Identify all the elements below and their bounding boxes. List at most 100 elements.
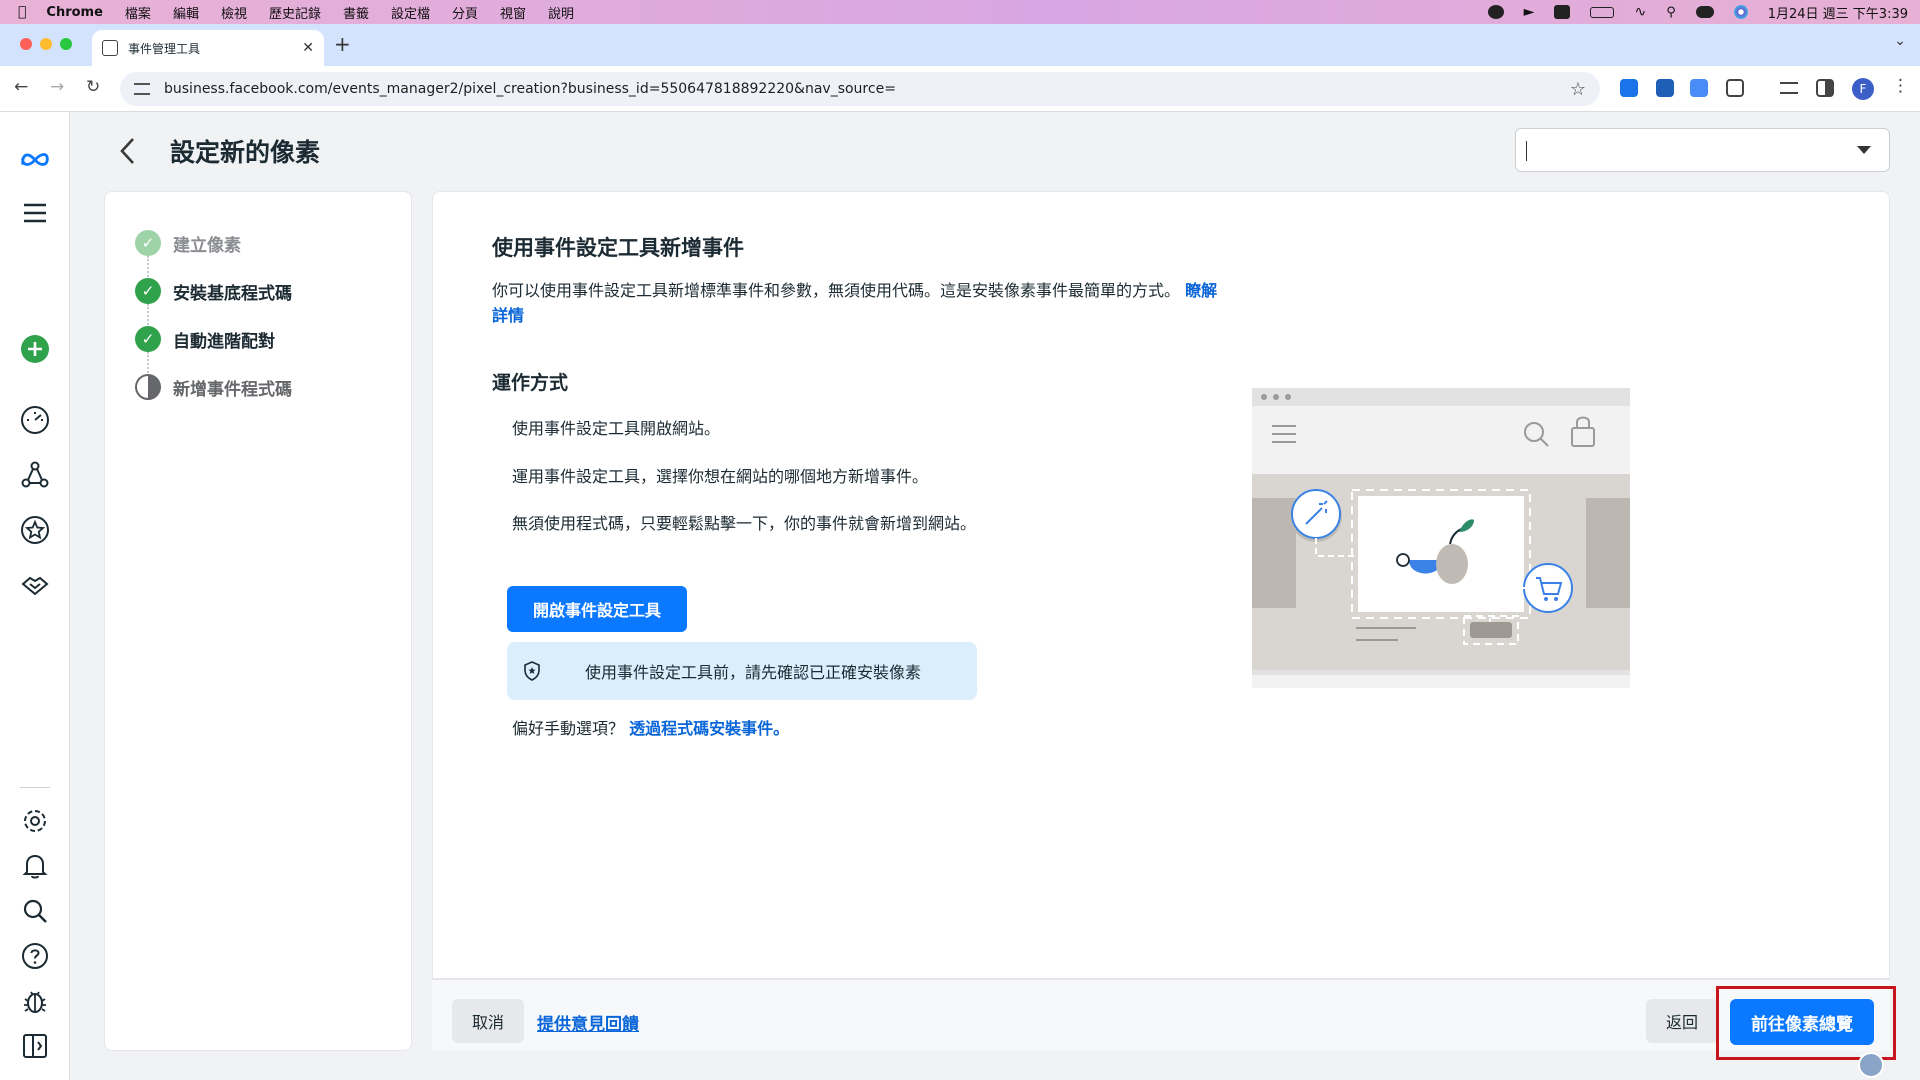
menubar-item-bookmarks[interactable]: 書籤 [343,3,369,22]
window-zoom-button[interactable] [60,38,72,50]
tab-close-icon[interactable]: ✕ [302,40,314,56]
menubar-item-help[interactable]: 說明 [548,3,574,22]
rail-divider [20,787,50,788]
address-bar[interactable]: business.facebook.com/events_manager2/pi… [120,72,1600,106]
reload-icon[interactable]: ↻ [86,77,100,97]
spotlight-search-icon[interactable]: ⚲ [1666,5,1676,20]
extension-icon-1[interactable] [1620,79,1638,97]
side-panel-icon[interactable] [1816,79,1834,97]
hamburger-menu-icon[interactable] [20,198,50,228]
report-bug-icon[interactable] [20,986,50,1016]
text-cursor [1526,141,1527,161]
menubar-clock[interactable]: 1月24日 週三 下午3:39 [1768,3,1908,22]
feedback-link[interactable]: 提供意見回饋 [537,1010,639,1035]
step-label: 安裝基底程式碼 [173,283,292,304]
how-step-1: 使用事件設定工具開啟網站。 [512,419,721,438]
search-icon[interactable] [20,896,50,926]
tab-title: 事件管理工具 [128,41,201,56]
left-nav-rail [0,112,70,1080]
help-question-icon[interactable] [20,941,50,971]
how-step-2: 運用事件設定工具，選擇你想在網站的哪個地方新增事件。 [512,467,929,486]
header-back-chevron-icon[interactable] [118,136,136,173]
macos-menubar:  Chrome 檔案 編輯 檢視 歷史記錄 書籤 設定檔 分頁 視窗 說明 ►… [0,0,1920,24]
settings-gear-icon[interactable] [20,806,50,836]
back-arrow-icon[interactable]: ← [14,77,28,97]
checkmark-icon: ✓ [135,326,161,352]
step-label: 建立像素 [173,235,241,256]
menubar-item-profiles[interactable]: 設定檔 [391,3,430,22]
floating-help-icon[interactable] [1858,1052,1884,1078]
battery-icon[interactable] [1590,6,1615,18]
manual-prefix: 偏好手動選項？ [512,719,625,738]
control-center-icon[interactable] [1695,6,1714,18]
intro-text: 你可以使用事件設定工具新增標準事件和參數，無須使用代碼。這是安裝像素事件最簡單的… [492,278,1222,328]
browser-toolbar: ← → ↻ business.facebook.com/events_manag… [0,66,1920,112]
checkmark-icon: ✓ [135,230,161,256]
step-add-event-code: 新增事件程式碼 [135,374,292,400]
custom-conversions-star-icon[interactable] [20,515,50,545]
highlight-annotation-box [1716,986,1896,1060]
tab-favicon-icon [102,40,118,56]
step-label: 新增事件程式碼 [173,379,292,400]
new-tab-button[interactable]: + [334,32,351,56]
setup-steps-panel: ✓ 建立像素 ✓ 安裝基底程式碼 ✓ 自動進階配對 新增事件程式碼 [104,191,412,1051]
back-button[interactable]: 返回 [1646,999,1718,1043]
tab-search-chevron-icon[interactable]: ⌄ [1894,33,1906,49]
wifi-icon[interactable]: ∿ [1634,4,1646,20]
menubar-item-window[interactable]: 視窗 [500,3,526,22]
intro-body: 你可以使用事件設定工具新增標準事件和參數，無須使用代碼。這是安裝像素事件最簡單的… [492,281,1181,300]
step-create-pixel: ✓ 建立像素 [135,230,241,256]
menubar-item-file[interactable]: 檔案 [125,3,151,22]
meta-logo-icon[interactable] [20,144,50,174]
translate-extension-icon[interactable] [1690,79,1708,97]
create-plus-icon[interactable] [20,334,50,364]
extension-icon-2[interactable] [1656,79,1674,97]
partner-integrations-handshake-icon[interactable] [20,570,50,600]
menubar-app-name[interactable]: Chrome [46,5,103,20]
site-info-icon[interactable] [134,83,150,95]
checkmark-icon: ✓ [135,278,161,304]
step-auto-advanced-matching: ✓ 自動進階配對 [135,326,275,352]
line-status-icon[interactable] [1487,5,1504,19]
shield-star-icon [524,661,540,681]
chevron-down-icon [1857,146,1871,154]
menubar-item-tab[interactable]: 分頁 [452,3,478,22]
cancel-button[interactable]: 取消 [452,999,524,1043]
address-bar-url[interactable]: business.facebook.com/events_manager2/pi… [164,81,896,97]
extensions-puzzle-icon[interactable] [1726,79,1744,97]
window-minimize-button[interactable] [40,38,52,50]
forward-arrow-icon[interactable]: → [50,77,64,97]
menubar-item-history[interactable]: 歷史記錄 [269,3,321,22]
business-account-dropdown[interactable] [1515,128,1890,172]
data-sources-graph-icon[interactable] [20,460,50,490]
notice-text: 使用事件設定工具前，請先確認已正確安裝像素 [585,663,922,682]
browser-menu-icon[interactable]: ⋮ [1892,76,1909,96]
input-method-icon[interactable] [1554,5,1571,19]
section-heading: 使用事件設定工具新增事件 [492,236,744,260]
media-controls-icon[interactable] [1780,82,1798,94]
apple-menu-icon[interactable]:  [18,4,26,20]
media-status-icon[interactable]: ► [1524,4,1535,20]
pixel-install-notice: 使用事件設定工具前，請先確認已正確安裝像素 [507,642,977,700]
page-title: 設定新的像素 [170,138,321,167]
step-label: 自動進階配對 [173,331,275,352]
half-circle-progress-icon [135,374,161,400]
browser-tab-strip: 事件管理工具 ✕ + ⌄ [0,24,1920,66]
how-step-3: 無須使用程式碼，只要輕鬆點擊一下，你的事件就會新增到網站。 [512,514,977,533]
profile-avatar[interactable]: F [1852,78,1874,100]
open-event-setup-tool-button[interactable]: 開啟事件設定工具 [507,586,687,632]
event-setup-illustration [1252,388,1630,688]
manual-option-text: 偏好手動選項？ 透過程式碼安裝事件。 [512,715,789,739]
bookmark-star-icon[interactable]: ☆ [1570,79,1586,100]
browser-tab-active[interactable]: 事件管理工具 ✕ [92,30,324,66]
collapse-sidebar-icon[interactable] [20,1031,50,1061]
notifications-bell-icon[interactable] [20,851,50,881]
dashboard-gauge-icon[interactable] [20,405,50,435]
window-close-button[interactable] [20,38,32,50]
menubar-item-view[interactable]: 檢視 [221,3,247,22]
how-it-works-heading: 運作方式 [492,372,569,394]
install-via-code-link[interactable]: 透過程式碼安裝事件。 [629,719,789,738]
siri-icon[interactable] [1733,5,1748,19]
menubar-item-edit[interactable]: 編輯 [173,3,199,22]
step-install-base-code: ✓ 安裝基底程式碼 [135,278,292,304]
